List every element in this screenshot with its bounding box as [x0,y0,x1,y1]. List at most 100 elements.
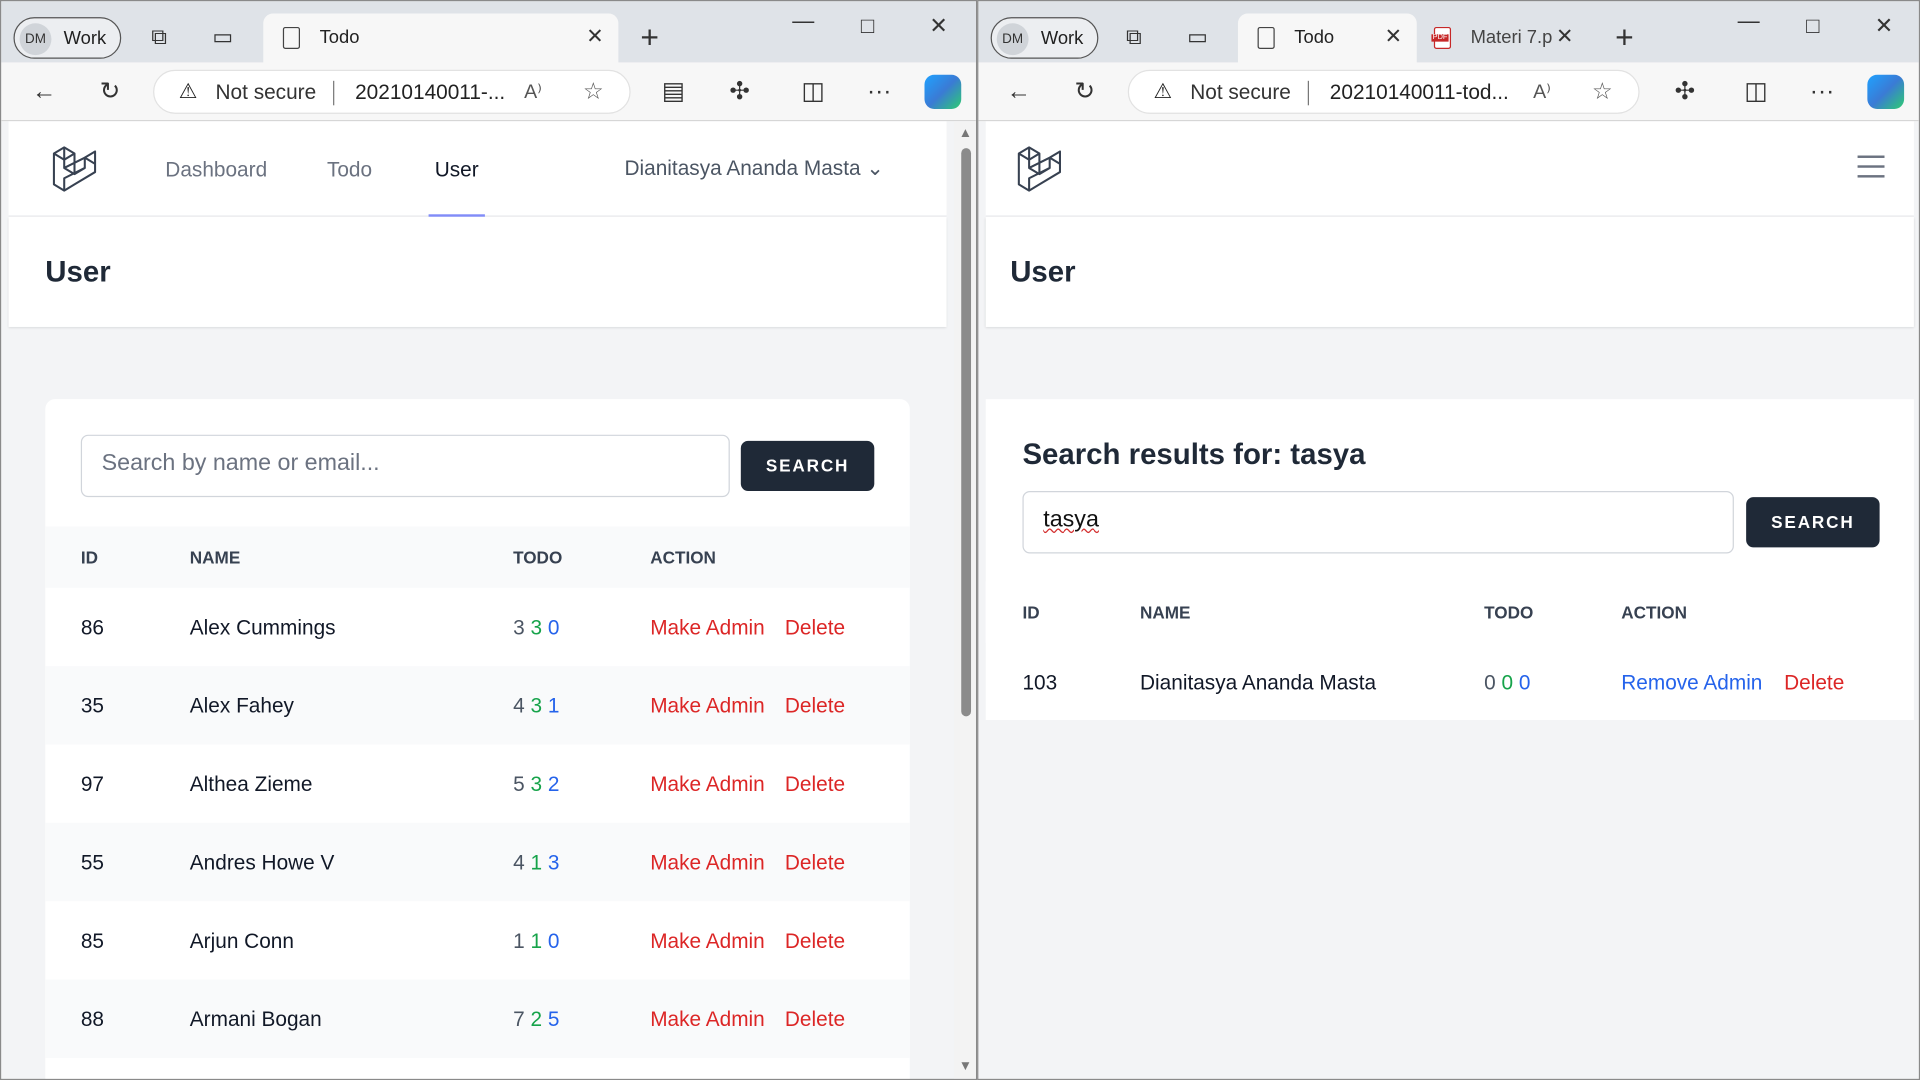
favorite-star-icon[interactable]: ☆ [1592,78,1613,106]
new-tab-icon[interactable]: + [1615,21,1634,53]
search-input[interactable]: tasya [1022,491,1734,554]
back-icon[interactable]: ← [28,77,60,106]
extensions-icon[interactable]: ✣ [1669,77,1701,106]
hamburger-menu-icon[interactable] [1857,155,1885,185]
search-input-value: tasya [1043,506,1099,533]
close-tab-icon[interactable]: ✕ [586,24,603,48]
cell-todo-counts: 7 2 5 [513,1008,559,1032]
delete-link[interactable]: Delete [785,1008,845,1032]
refresh-icon[interactable]: ↻ [1069,77,1101,106]
maximize-icon[interactable]: □ [861,13,874,39]
app-navbar [985,121,1914,217]
tab-todo[interactable]: Todo ✕ [1237,13,1417,63]
profile-button[interactable]: DM Work [13,17,122,59]
user-menu[interactable]: Dianitasya Ananda Masta ⌄ [624,157,883,181]
nav-todo[interactable]: Todo [327,158,372,182]
tab-todo[interactable]: Todo ✕ [263,13,619,63]
extensions-icon[interactable]: ✣ [724,77,756,106]
table-row: 85 Arjun Conn 1 1 0 Make Admin Delete [45,901,909,979]
security-label: Not secure [215,80,317,105]
browser-toolbar: ← ↻ ⚠ Not secure 20210140011-... A⁾ ☆ ▤ … [1,62,976,122]
make-admin-link[interactable]: Make Admin [650,1008,765,1032]
tab-strip: DM Work ⧉ ▭ Todo ✕ + — □ ✕ [1,1,976,63]
tab-title: Todo [1294,26,1335,48]
todo-count-pending: 3 [547,851,560,875]
profile-button[interactable]: DM Work [990,17,1099,59]
delete-link[interactable]: Delete [785,929,845,953]
read-aloud-icon[interactable]: A⁾ [1533,80,1551,104]
delete-link[interactable]: Delete [1784,671,1844,695]
scroll-up-icon[interactable]: ▲ [959,126,972,141]
address-bar[interactable]: ⚠ Not secure 20210140011-... A⁾ ☆ [153,69,631,114]
new-tab-icon[interactable]: + [640,21,659,53]
make-admin-link[interactable]: Make Admin [650,694,765,718]
maximize-icon[interactable]: □ [1806,13,1819,39]
cell-name: Alex Fahey [189,694,294,718]
favorite-star-icon[interactable]: ☆ [583,78,604,106]
page-title: User [1010,255,1076,289]
close-window-icon[interactable]: ✕ [1875,13,1893,39]
vertical-tabs-icon[interactable]: ▭ [1184,23,1211,50]
todo-count-pending: 1 [547,694,560,718]
table-row: 97 Althea Zieme 5 3 2 Make Admin Delete [45,744,909,822]
todo-count-pending: 5 [547,1007,560,1032]
todo-count-total: 0 [1484,671,1496,695]
close-tab-icon[interactable]: ✕ [1385,24,1402,48]
delete-link[interactable]: Delete [785,851,845,875]
search-results-card: Search results for: tasya tasya SEARCH I… [985,399,1914,721]
close-window-icon[interactable]: ✕ [929,13,947,39]
address-url: 20210140011-... [355,80,506,105]
delete-link[interactable]: Delete [785,616,845,640]
desktop: DM Work ⧉ ▭ Todo ✕ + — □ ✕ ← ↻ ⚠ Not sec… [0,0,1920,1080]
scrollbar-thumb[interactable] [961,148,972,717]
make-admin-link[interactable]: Make Admin [650,616,765,640]
vertical-tabs-icon[interactable]: ▭ [209,23,236,50]
reader-icon[interactable]: ▤ [658,77,690,106]
table-row: 86 Alex Cummings 3 3 0 Make Admin Delete [45,588,909,666]
workspaces-icon[interactable]: ⧉ [1120,23,1147,50]
search-button[interactable]: SEARCH [740,440,875,492]
cell-name: Armani Bogan [189,1007,322,1032]
scroll-down-icon[interactable]: ▼ [959,1059,972,1074]
todo-count-pending: 0 [547,615,560,640]
table-header: ID NAME TODO ACTION [45,526,910,588]
col-name: NAME [189,547,241,567]
laravel-logo-icon[interactable] [1013,143,1064,194]
more-icon[interactable]: ··· [1806,77,1838,106]
copilot-icon[interactable] [924,74,962,109]
tab-materi-pdf[interactable]: Materi 7.p ✕ [1417,13,1588,62]
browser-toolbar: ← ↻ ⚠ Not secure 20210140011-tod... A⁾ ☆… [978,62,1919,122]
todo-count-done: 0 [1501,671,1514,695]
nav-user[interactable]: User [435,158,479,182]
workspaces-icon[interactable]: ⧉ [146,23,173,50]
address-bar[interactable]: ⚠ Not secure 20210140011-tod... A⁾ ☆ [1127,69,1640,114]
back-icon[interactable]: ← [1003,77,1035,106]
delete-link[interactable]: Delete [785,773,845,797]
search-input[interactable]: Search by name or email... [80,434,730,498]
more-icon[interactable]: ··· [863,77,895,106]
table-header: ID NAME TODO ACTION [985,581,1914,643]
split-screen-icon[interactable]: ◫ [1740,77,1772,106]
search-button[interactable]: SEARCH [1746,497,1880,548]
refresh-icon[interactable]: ↻ [94,77,126,106]
minimize-icon[interactable]: — [1738,9,1760,35]
copilot-icon[interactable] [1867,74,1905,109]
address-divider [333,80,335,106]
read-aloud-icon[interactable]: A⁾ [524,80,542,104]
todo-count-done: 3 [530,615,543,640]
make-admin-link[interactable]: Make Admin [650,851,765,875]
cell-todo-counts: 1 1 0 [513,929,559,953]
make-admin-link[interactable]: Make Admin [650,929,765,953]
split-screen-icon[interactable]: ◫ [797,77,829,106]
page-scrollbar[interactable]: ▲ ▼ [953,121,976,1079]
close-tab-icon[interactable]: ✕ [1556,24,1573,48]
remove-admin-link[interactable]: Remove Admin [1621,671,1762,695]
todo-count-pending: 0 [547,929,560,953]
page-title: User [45,255,111,289]
minimize-icon[interactable]: — [792,9,814,35]
make-admin-link[interactable]: Make Admin [650,773,765,797]
laravel-logo-icon[interactable] [48,143,99,194]
delete-link[interactable]: Delete [785,694,845,718]
todo-count-done: 1 [530,929,543,953]
nav-dashboard[interactable]: Dashboard [165,158,267,182]
